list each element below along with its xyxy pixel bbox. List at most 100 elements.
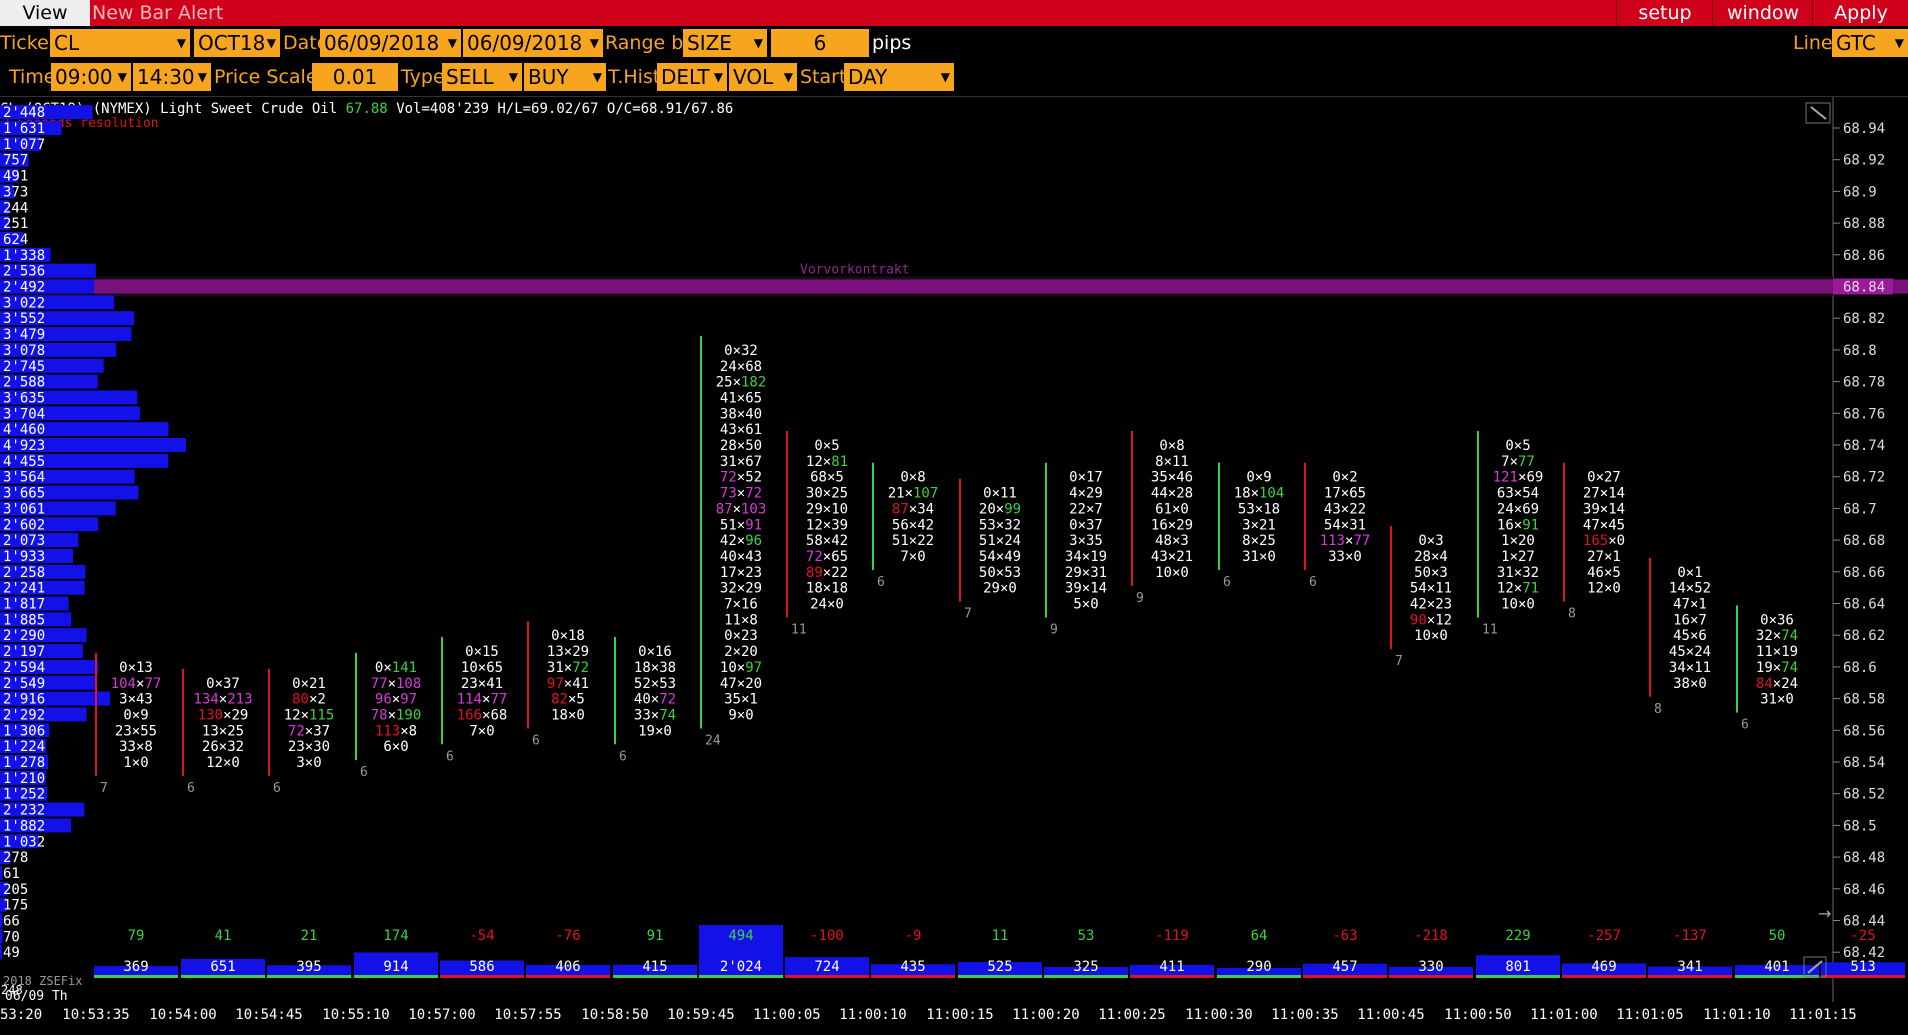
footprint-cell: 45×6 [1673, 628, 1707, 644]
range-value-field[interactable]: 6 [771, 29, 869, 57]
footprint-cell: 0×8 [900, 470, 925, 486]
footprint-cell: 12×39 [806, 517, 848, 533]
footprint-cell: 84×24 [1756, 676, 1798, 692]
delta-label: 229 [1505, 928, 1530, 944]
footprint-cell: 104×77 [111, 676, 162, 692]
tab-view-dom[interactable]: View DOM [0, 0, 90, 50]
footprint-cell: 25×182 [716, 375, 767, 391]
profile-label: 3'552 [3, 311, 45, 327]
price-scale-field[interactable]: 0.01 [312, 63, 398, 91]
bar-tick-count: 8 [1568, 607, 1576, 622]
delta-label: -137 [1673, 928, 1707, 944]
type-sell-select[interactable]: SELL ▼ [442, 63, 522, 91]
footprint-cell: 0×37 [206, 676, 240, 692]
footprint-cell: 43×22 [1324, 501, 1366, 517]
footprint-cell: 10×0 [1155, 565, 1189, 581]
profile-label: 491 [3, 169, 28, 185]
profile-label: 2'448 [3, 105, 45, 121]
profile-label: 2'916 [3, 692, 45, 708]
date-from-field[interactable]: 06/09/2018 ▼ [320, 29, 461, 57]
footprint-cell: 130×29 [198, 707, 249, 723]
footprint-cell: 0×8 [1159, 438, 1184, 454]
footprint-cell: 61×0 [1155, 501, 1189, 517]
footprint-cell: 90×12 [1410, 612, 1452, 628]
start-select[interactable]: DAY ▼ [844, 63, 954, 91]
profile-label: 66 [3, 914, 20, 930]
time-label: 11:00:35 [1271, 1007, 1338, 1023]
delta-label: -25 [1850, 928, 1875, 944]
ticker-field[interactable]: CL ▼ [50, 29, 190, 57]
footprint-cell: 47×1 [1673, 597, 1707, 613]
footprint-cell: 23×30 [288, 739, 330, 755]
price-tick-label: 68.82 [1843, 311, 1885, 327]
bottom-label-248: 248 [1, 983, 23, 997]
profile-label: 3'665 [3, 486, 45, 502]
time-label: 10:55:10 [322, 1007, 389, 1023]
bar-tick-count: 6 [877, 575, 885, 590]
contract-select[interactable]: OCT18 ▼ [194, 29, 280, 57]
profile-label: 49 [3, 945, 20, 961]
profile-label: 4'455 [3, 454, 45, 470]
range-by-select[interactable]: SIZE ▼ [683, 29, 767, 57]
title-bar: View DOM New Bar Alert setup window Appl… [0, 0, 1908, 50]
price-tick-label: 68.58 [1843, 692, 1885, 708]
footprint-cell: 54×49 [979, 549, 1021, 565]
footprint-cell: 47×20 [720, 676, 762, 692]
footprint-cell: 34×19 [1065, 549, 1107, 565]
footprint-cell: 80×2 [292, 692, 326, 708]
chevron-down-icon: ▼ [117, 70, 127, 84]
type-label: Type [401, 66, 445, 88]
footprint-cell: 0×21 [292, 676, 326, 692]
price-tick-label: 68.62 [1843, 628, 1885, 644]
tab-new-bar-alert[interactable]: New Bar Alert [92, 0, 223, 26]
footprint-cell: 73×72 [720, 486, 762, 502]
footprint-cell: 8×11 [1155, 454, 1189, 470]
volume-label: 2'024 [720, 959, 762, 975]
price-scale-label: Price Scale [214, 66, 318, 88]
volume-label: 290 [1246, 959, 1271, 975]
footprint-cell: 30×25 [806, 486, 848, 502]
price-tick-label: 68.88 [1843, 216, 1885, 232]
profile-label: 624 [3, 232, 28, 248]
profile-label: 2'258 [3, 565, 45, 581]
profile-label: 3'564 [3, 470, 45, 486]
bar-tick-count: 11 [791, 623, 807, 638]
footprint-chart[interactable]: 68.9468.9268.968.8868.8668.8468.8268.868… [0, 97, 1908, 1035]
bar-tick-count: 6 [1309, 575, 1317, 590]
bar-tick-count: 11 [1482, 623, 1498, 638]
date-to-field[interactable]: 06/09/2018 ▼ [463, 29, 603, 57]
chevron-down-icon: ▼ [589, 36, 599, 50]
window-button[interactable]: window [1712, 0, 1813, 26]
footprint-cell: 41×65 [720, 390, 762, 406]
time-to-field[interactable]: 14:30 ▼ [133, 63, 211, 91]
time-from-field[interactable]: 09:00 ▼ [51, 63, 131, 91]
footprint-cell: 63×54 [1497, 486, 1539, 502]
vol-select[interactable]: VOL ▼ [729, 63, 797, 91]
type-buy-select[interactable]: BUY ▼ [524, 63, 606, 91]
apply-button[interactable]: Apply [1812, 0, 1908, 26]
profile-label: 2'292 [3, 707, 45, 723]
line-select[interactable]: GTC ▼ [1832, 29, 1908, 57]
footprint-cell: 23×41 [461, 676, 503, 692]
footprint-cell: 114×77 [457, 692, 508, 708]
time-label: 11:00:50 [1444, 1007, 1511, 1023]
thist-select[interactable]: DELT ▼ [657, 63, 727, 91]
footprint-cell: 10×0 [1414, 628, 1448, 644]
volume-label: 457 [1332, 959, 1357, 975]
footprint-cell: 17×23 [720, 565, 762, 581]
delta-strip [267, 975, 351, 978]
delta-label: -100 [810, 928, 844, 944]
profile-label: 251 [3, 216, 28, 232]
time-label: 10:54:00 [149, 1007, 216, 1023]
footprint-cell: 1×27 [1501, 549, 1535, 565]
setup-button[interactable]: setup [1616, 0, 1713, 26]
profile-label: 1'882 [3, 818, 45, 834]
profile-label: 1'631 [3, 121, 45, 137]
footprint-cell: 12×0 [206, 755, 240, 771]
line-label: Line [1793, 32, 1833, 54]
range-by-label: Range by [605, 32, 695, 54]
footprint-cell: 165×0 [1583, 533, 1625, 549]
profile-label: 175 [3, 898, 28, 914]
footprint-cell: 46×5 [1587, 565, 1621, 581]
footprint-cell: 18×0 [551, 707, 585, 723]
